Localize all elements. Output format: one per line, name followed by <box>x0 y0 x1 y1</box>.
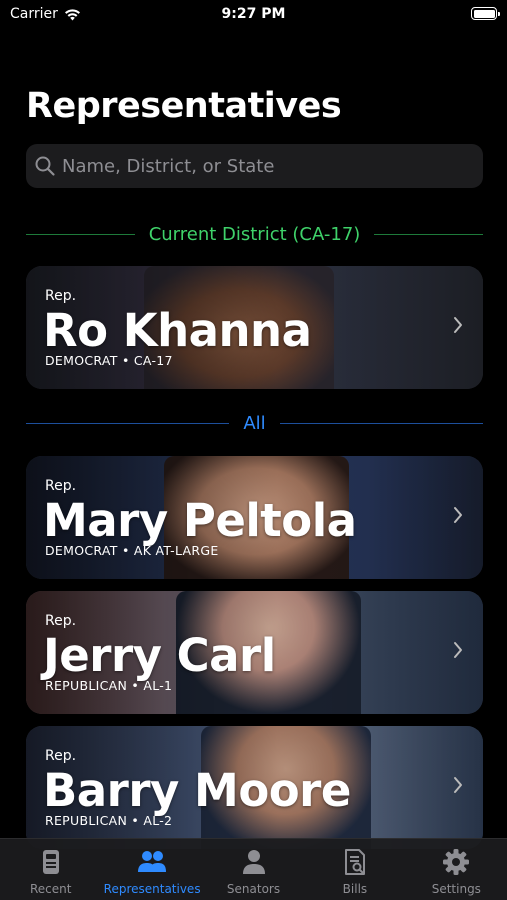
tab-bills[interactable]: Bills <box>304 839 405 900</box>
tab-label: Settings <box>431 882 481 896</box>
page-title: Representatives <box>26 86 342 126</box>
rep-party-district: REPUBLICAN • AL-1 <box>45 678 173 693</box>
search-bar[interactable] <box>26 144 483 188</box>
tab-recent[interactable]: Recent <box>0 839 101 900</box>
rep-party-district: REPUBLICAN • AL-2 <box>45 813 173 828</box>
rep-name: Barry Moore <box>43 764 351 817</box>
person-icon <box>242 850 265 874</box>
rep-card[interactable]: Rep. Mary Peltola DEMOCRAT • AK AT-LARGE <box>26 456 483 579</box>
gear-icon <box>443 849 470 875</box>
clock: 9:27 PM <box>221 6 286 22</box>
battery-icon <box>471 7 500 20</box>
chevron-right-icon <box>454 777 462 793</box>
rep-party-district: DEMOCRAT • CA-17 <box>45 353 173 368</box>
chevron-right-icon <box>454 317 462 333</box>
tab-label: Representatives <box>103 882 201 896</box>
all-section-header: All <box>26 411 484 435</box>
newspaper-icon <box>42 850 59 874</box>
tab-label: Bills <box>342 882 368 896</box>
status-bar: Carrier 9:27 PM <box>0 0 507 30</box>
tab-label: Recent <box>29 882 72 896</box>
chevron-right-icon <box>454 642 462 658</box>
current-district-label: Current District (CA-17) <box>148 223 361 245</box>
people-icon <box>138 851 167 872</box>
tab-label: Senators <box>226 882 281 896</box>
tab-representatives[interactable]: Representatives <box>101 839 202 900</box>
rep-card[interactable]: Rep. Jerry Carl REPUBLICAN • AL-1 <box>26 591 483 714</box>
rep-prefix: Rep. <box>45 613 77 629</box>
rep-card-current[interactable]: Rep. Ro Khanna DEMOCRAT • CA-17 <box>26 266 483 389</box>
search-icon <box>35 156 55 176</box>
document-search-icon <box>344 849 365 875</box>
rep-name: Ro Khanna <box>43 304 312 357</box>
tab-settings[interactable]: Settings <box>406 839 507 900</box>
current-district-header: Current District (CA-17) <box>26 222 484 246</box>
chevron-right-icon <box>454 507 462 523</box>
search-input[interactable] <box>62 155 483 177</box>
rep-name: Jerry Carl <box>43 629 276 682</box>
rep-prefix: Rep. <box>45 478 77 494</box>
rep-prefix: Rep. <box>45 288 77 304</box>
tab-bar: Recent Representatives Senators Bills Se… <box>0 838 507 900</box>
tab-senators[interactable]: Senators <box>203 839 304 900</box>
rep-name: Mary Peltola <box>43 494 357 547</box>
rep-card[interactable]: Rep. Barry Moore REPUBLICAN • AL-2 <box>26 726 483 849</box>
rep-party-district: DEMOCRAT • AK AT-LARGE <box>45 543 219 558</box>
rep-prefix: Rep. <box>45 748 77 764</box>
all-label: All <box>243 412 266 434</box>
